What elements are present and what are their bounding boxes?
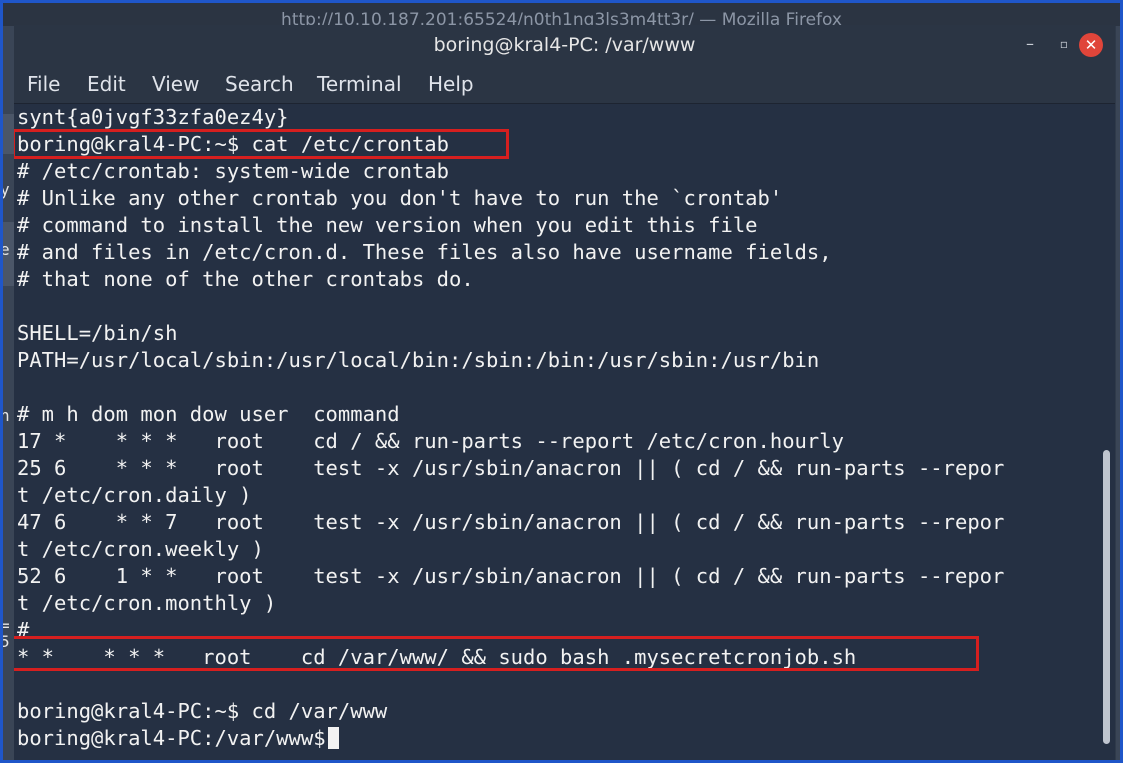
terminal-line: boring@kral4-PC:~$ cat /etc/crontab: [17, 132, 449, 156]
terminal-line: 25 6 * * * root test -x /usr/sbin/anacro…: [17, 456, 1005, 480]
terminal-window[interactable]: boring@kral4-PC: /var/www – ▫ ✕ File Edi…: [14, 25, 1115, 760]
terminal-line: # command to install the new version whe…: [17, 213, 758, 237]
background-browser-title: http://10.10.187.201:65524/n0th1ng3ls3m4…: [281, 10, 842, 26]
terminal-line: synt{a0jvgf33zfa0ez4y}: [17, 105, 289, 129]
background-edge-glyph: 5: [0, 632, 10, 651]
close-button[interactable]: ✕: [1079, 33, 1103, 57]
terminal-line: 17 * * * * root cd / && run-parts --repo…: [17, 429, 844, 453]
window-title: boring@kral4-PC: /var/www: [433, 34, 696, 56]
menu-view[interactable]: View: [152, 65, 199, 103]
menu-file[interactable]: File: [27, 65, 60, 103]
maximize-button[interactable]: ▫: [1052, 33, 1076, 57]
menu-bar: File Edit View Search Terminal Help: [14, 65, 1115, 104]
terminal-line: # that none of the other crontabs do.: [17, 267, 474, 291]
background-browser-titlebar: http://10.10.187.201:65524/n0th1ng3ls3m4…: [0, 0, 1123, 26]
terminal-line: t /etc/cron.monthly ): [17, 591, 277, 615]
terminal-line: t /etc/cron.daily ): [17, 483, 252, 507]
terminal-line: boring@kral4-PC:~$ cd /var/www: [17, 699, 388, 723]
terminal-output[interactable]: synt{a0jvgf33zfa0ez4y} boring@kral4-PC:~…: [14, 104, 1100, 760]
terminal-scrollbar[interactable]: [1101, 104, 1113, 760]
background-edge-glyph: h: [0, 406, 10, 425]
minimize-button[interactable]: –: [1018, 33, 1042, 57]
terminal-line: * * * * * root cd /var/www/ && sudo bash…: [17, 645, 857, 669]
scrollbar-thumb[interactable]: [1103, 450, 1110, 744]
terminal-line: # and files in /etc/cron.d. These files …: [17, 240, 832, 264]
terminal-line: SHELL=/bin/sh: [17, 321, 178, 345]
terminal-line: # Unlike any other crontab you don't hav…: [17, 186, 783, 210]
terminal-titlebar[interactable]: boring@kral4-PC: /var/www – ▫ ✕: [14, 25, 1115, 65]
menu-terminal[interactable]: Terminal: [317, 65, 402, 103]
terminal-line: # m h dom mon dow user command: [17, 402, 400, 426]
terminal-line: #: [17, 618, 30, 642]
terminal-line: # /etc/crontab: system-wide crontab: [17, 159, 449, 183]
terminal-line: PATH=/usr/local/sbin:/usr/local/bin:/sbi…: [17, 348, 820, 372]
background-browser-right-edge: [1116, 26, 1123, 763]
background-edge-glyph: e: [0, 240, 10, 259]
text-cursor: [327, 727, 339, 749]
terminal-prompt-line[interactable]: boring@kral4-PC:/var/www$: [17, 725, 339, 752]
menu-search[interactable]: Search: [225, 65, 294, 103]
terminal-line: 52 6 1 * * root test -x /usr/sbin/anacro…: [17, 564, 1005, 588]
menu-help[interactable]: Help: [428, 65, 474, 103]
terminal-line: 47 6 * * 7 root test -x /usr/sbin/anacro…: [17, 510, 1005, 534]
terminal-line: t /etc/cron.weekly ): [17, 537, 264, 561]
background-edge-glyph: y: [0, 180, 10, 199]
terminal-prompt: boring@kral4-PC:/var/www$: [17, 726, 326, 750]
menu-edit[interactable]: Edit: [87, 65, 126, 103]
